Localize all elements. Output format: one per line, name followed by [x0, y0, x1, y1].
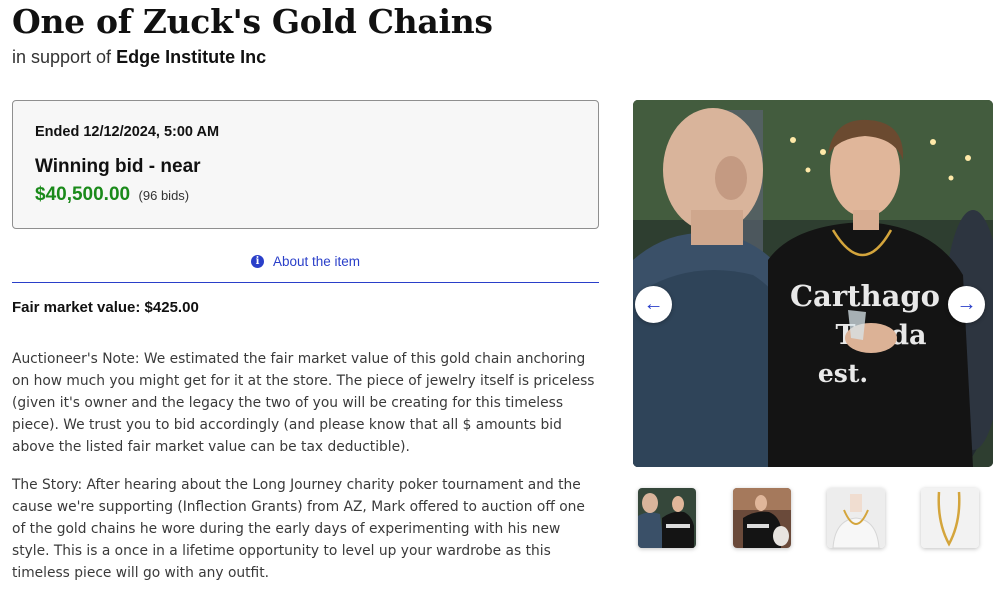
thumbnail-1-image	[638, 488, 696, 548]
gallery-thumbnail-1[interactable]	[638, 488, 696, 548]
organization-name[interactable]: Edge Institute Inc	[116, 47, 266, 67]
tab-about-inner[interactable]: i About the item	[250, 254, 360, 269]
thumbnail-4-image	[921, 488, 979, 548]
bid-summary-box: Ended 12/12/2024, 5:00 AM Winning bid - …	[12, 100, 599, 229]
auctioneer-note: Auctioneer's Note: We estimated the fair…	[12, 351, 595, 455]
gallery-thumbnail-2[interactable]	[733, 488, 791, 548]
arrow-right-icon[interactable]: →	[948, 286, 985, 323]
shirt-text-1: Carthago	[790, 279, 940, 313]
auction-ended-time: Ended 12/12/2024, 5:00 AM	[35, 124, 220, 140]
thumbnail-2-image	[733, 488, 791, 548]
bid-count: (96 bids)	[138, 188, 190, 203]
arrow-left-icon[interactable]: ←	[635, 286, 672, 323]
tab-about-label[interactable]: About the item	[273, 254, 360, 269]
winning-amount-line: $40,500.00 (96 bids)	[35, 184, 189, 206]
tab-about-the-item[interactable]: i About the item	[12, 246, 599, 283]
item-story: The Story: After hearing about the Long …	[12, 477, 585, 581]
support-line: in support of Edge Institute Inc	[12, 47, 266, 68]
fair-market-value: Fair market value: $425.00	[12, 299, 199, 316]
gallery-thumbnail-4[interactable]	[921, 488, 979, 548]
main-photo-illustration: Carthago Tonda est.	[633, 100, 993, 467]
thumbnail-3-image	[827, 488, 885, 548]
gallery-thumbnail-3[interactable]	[827, 488, 885, 548]
main-item-photo[interactable]: Carthago Tonda est. ← →	[633, 100, 993, 467]
support-prefix: in support of	[12, 47, 112, 67]
info-icon: i	[250, 255, 264, 268]
winning-bid-label: Winning bid - near	[35, 156, 201, 177]
winning-amount: $40,500.00	[35, 184, 131, 205]
page-title: One of Zuck's Gold Chains	[12, 2, 493, 41]
shirt-text-3: est.	[818, 359, 868, 388]
